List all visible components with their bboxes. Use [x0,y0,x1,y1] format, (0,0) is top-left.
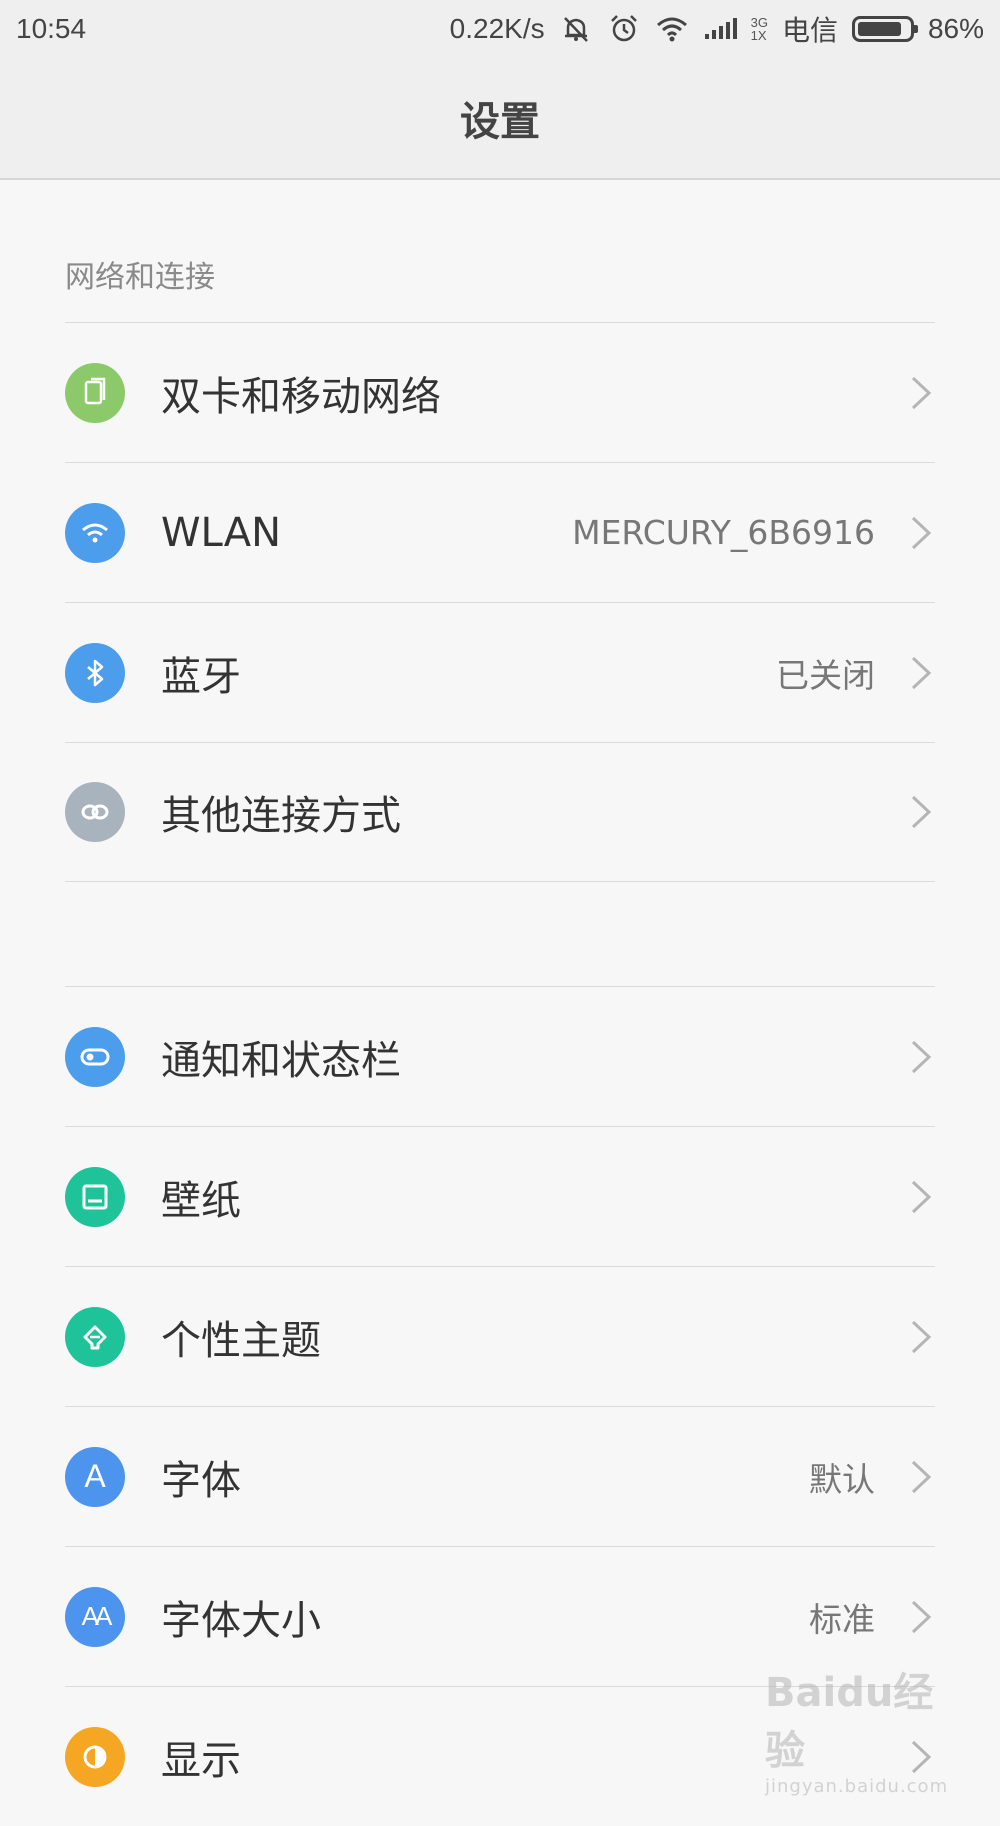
section-header-network: 网络和连接 [65,260,215,295]
font-size-icon: AA [65,1586,125,1647]
mute-icon [563,17,588,42]
row-label: 壁纸 [161,1177,241,1224]
network-type-bottom: 1X [750,28,767,43]
settings-row-themes[interactable]: 个性主题 [65,1266,935,1406]
watermark-sub: jingyan.baidu.com [765,1776,949,1797]
font-size-icon-letters: AA [81,1601,113,1631]
settings-row-font[interactable]: A 字体 默认 [65,1406,935,1546]
status-bar: 10:54 0.22K/s 3G 1X 电信 86% [0,0,1000,58]
row-value: 默认 [809,1459,875,1499]
network-speed: 0.22K/s [449,13,545,44]
signal-icon [704,18,737,39]
settings-row-notifications[interactable]: 通知和状态栏 [65,986,935,1126]
row-value: MERCURY_6B6916 [572,513,875,552]
row-label: 其他连接方式 [161,793,401,839]
font-icon: A [65,1446,125,1507]
chevron-right-icon [909,1599,935,1635]
status-time: 10:54 [16,13,87,44]
row-label: 双卡和移动网络 [161,373,441,420]
title-bar: 设置 [0,58,1000,180]
row-label: 字体 [161,1457,241,1504]
row-label: 字体大小 [161,1597,321,1644]
row-label: 通知和状态栏 [161,1037,401,1084]
chevron-right-icon [909,1039,935,1075]
sim-card-icon [65,362,125,423]
wifi-icon [65,502,125,563]
status-indicators: 0.22K/s 3G 1X 电信 86% [450,9,984,49]
baidu-watermark: Baidu经验 jingyan.baidu.com [765,1660,955,1797]
carrier-name: 电信 [781,15,838,46]
settings-row-other-connections[interactable]: 其他连接方式 [65,742,935,882]
row-value: 已关闭 [776,655,875,695]
chevron-right-icon [909,375,935,411]
battery-percent: 86% [927,13,984,44]
wallpaper-icon [65,1166,125,1227]
row-label: 个性主题 [161,1317,321,1364]
chevron-right-icon [909,794,935,830]
font-icon-letter: A [84,1458,106,1494]
settings-row-dual-sim[interactable]: 双卡和移动网络 [65,322,935,462]
settings-row-bluetooth[interactable]: 蓝牙 已关闭 [65,602,935,742]
chevron-right-icon [909,1459,935,1495]
page-title: 设置 [460,99,540,145]
chevron-right-icon [909,515,935,551]
row-label: WLAN [161,509,282,556]
watermark-main: Baidu经验 [765,1670,934,1774]
settings-row-wallpaper[interactable]: 壁纸 [65,1126,935,1266]
settings-list-network: 双卡和移动网络 WLAN MERCURY_6B6916 蓝牙 已关闭 其他连接方… [65,322,935,882]
chevron-right-icon [909,1179,935,1215]
chevron-right-icon [909,1319,935,1355]
row-label: 蓝牙 [161,653,241,700]
row-value: 标准 [809,1599,875,1639]
bluetooth-icon [65,642,125,703]
network-type: 3G 1X [751,16,768,42]
wifi-icon [656,17,687,42]
theme-brush-icon [65,1306,125,1367]
battery-fill [857,22,901,36]
chevron-right-icon [909,655,935,691]
settings-row-wlan[interactable]: WLAN MERCURY_6B6916 [65,462,935,602]
toggle-icon [65,1026,125,1087]
alarm-icon [610,15,637,42]
row-label: 显示 [161,1737,241,1784]
battery-icon [851,16,918,42]
link-icon [65,782,125,842]
